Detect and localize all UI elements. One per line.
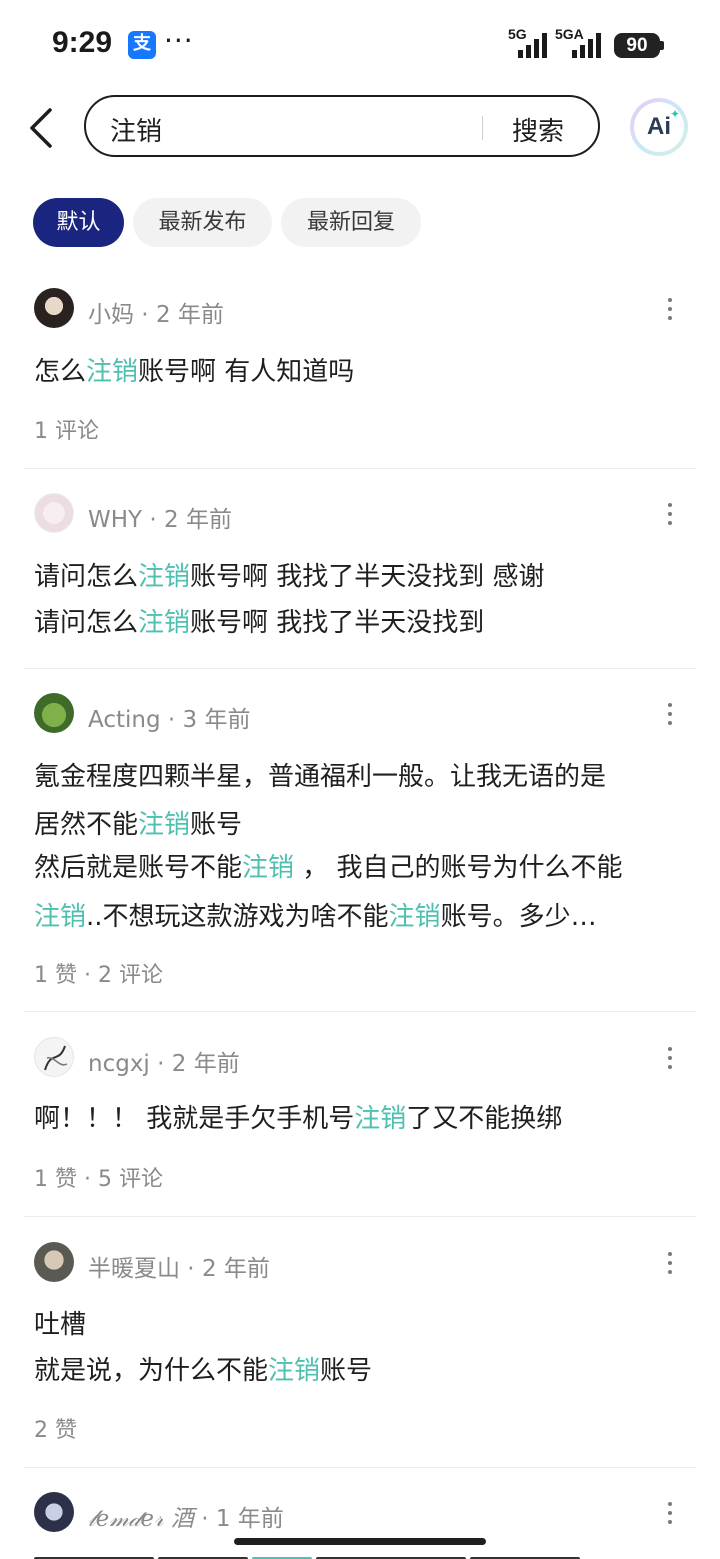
home-indicator[interactable] (234, 1538, 486, 1545)
post-author[interactable]: Acting (88, 707, 161, 733)
avatar[interactable] (34, 493, 74, 533)
post-meta: 小妈 · 2 年前 (88, 302, 224, 328)
post-text-line: 啊！！！ 我就是手欠手机号注销了又不能换绑 (34, 1104, 563, 1134)
post-time: 2 年前 (155, 302, 224, 328)
filter-tab-default[interactable]: 默认 (33, 198, 124, 247)
status-more-dots: ··· (164, 24, 194, 57)
post-stats[interactable]: 2 赞 (34, 1412, 77, 1444)
post-author[interactable]: 𝓁𝑒𝓂𝒹𝑒𝓇 酒 (88, 1506, 194, 1532)
post-text-line: 吐槽 (34, 1310, 87, 1340)
search-button[interactable]: 搜索 (512, 111, 564, 148)
search-divider (482, 116, 483, 140)
avatar[interactable] (34, 288, 74, 328)
post-author[interactable]: ncgxj (88, 1051, 150, 1077)
post-meta: WHY · 2 年前 (88, 507, 232, 533)
post-meta: ncgxj · 2 年前 (88, 1051, 240, 1077)
post-text-line: 请问怎么注销账号啊 我找了半天没找到 (34, 608, 485, 638)
signal-icon (572, 33, 601, 58)
post-item[interactable]: 小妈 · 2 年前 怎么注销账号啊 有人知道吗 1 评论 (24, 288, 696, 458)
ai-spark-icon: ✦ (669, 107, 680, 121)
status-bar: 9:29 支 ··· 5G 5GA 90 (0, 0, 720, 90)
back-button[interactable] (22, 104, 66, 152)
battery-icon: 90 (614, 33, 660, 58)
post-item[interactable]: WHY · 2 年前 请问怎么注销账号啊 我找了半天没找到 感谢 请问怎么注销账… (24, 493, 696, 653)
avatar[interactable] (34, 1242, 74, 1282)
post-author[interactable]: WHY (88, 507, 142, 533)
avatar[interactable] (34, 1037, 74, 1077)
signal-icon (518, 33, 547, 58)
more-vertical-icon[interactable] (664, 298, 676, 322)
back-arrow-icon (30, 108, 52, 148)
post-author[interactable]: 小妈 (88, 302, 134, 328)
post-divider (24, 468, 696, 469)
post-author[interactable]: 半暖夏山 (88, 1256, 180, 1282)
more-vertical-icon[interactable] (664, 1047, 676, 1071)
more-vertical-icon[interactable] (664, 703, 676, 727)
ai-label: Ai (647, 113, 671, 140)
status-time: 9:29 (52, 26, 113, 59)
post-item[interactable]: Acting · 3 年前 氪金程度四颗半星，普通福利一般。让我无语的是 居然不… (24, 693, 696, 993)
post-divider (24, 1216, 696, 1217)
post-divider (24, 668, 696, 669)
filter-tab-latest-replies[interactable]: 最新回复 (281, 198, 421, 247)
post-stats[interactable]: 1 赞 · 5 评论 (34, 1161, 163, 1193)
alipay-app-icon: 支 (128, 31, 156, 59)
post-divider (24, 1011, 696, 1012)
post-meta: Acting · 3 年前 (88, 707, 251, 733)
post-meta: 𝓁𝑒𝓂𝒹𝑒𝓇 酒 · 1 年前 (88, 1506, 284, 1532)
post-time: 2 年前 (201, 1256, 270, 1282)
ai-assistant-button[interactable]: Ai ✦ (630, 98, 688, 156)
battery-tip (660, 41, 664, 50)
avatar[interactable] (34, 1492, 74, 1532)
post-text-line: 氪金程度四颗半星，普通福利一般。让我无语的是 (34, 762, 607, 792)
more-vertical-icon[interactable] (664, 1252, 676, 1276)
search-input[interactable]: 注销 (110, 111, 162, 148)
post-divider (24, 1467, 696, 1468)
post-time: 1 年前 (215, 1506, 284, 1532)
more-vertical-icon[interactable] (664, 1502, 676, 1526)
avatar-ink-icon (44, 1045, 68, 1071)
post-meta: 半暖夏山 · 2 年前 (88, 1256, 270, 1282)
post-time: 2 年前 (171, 1051, 240, 1077)
post-stats[interactable]: 1 赞 · 2 评论 (34, 957, 163, 989)
avatar[interactable] (34, 693, 74, 733)
post-item[interactable]: ncgxj · 2 年前 啊！！！ 我就是手欠手机号注销了又不能换绑 1 赞 ·… (24, 1037, 696, 1207)
more-vertical-icon[interactable] (664, 503, 676, 527)
post-time: 2 年前 (164, 507, 232, 533)
search-box[interactable]: 注销 搜索 (84, 95, 600, 157)
post-text-line: 注销..不想玩这款游戏为啥不能注销账号。多少… (34, 902, 597, 932)
post-text-line: 请问怎么注销账号啊 我找了半天没找到 感谢 (34, 562, 545, 592)
post-time: 3 年前 (182, 707, 251, 733)
post-text-cutoff (34, 1548, 604, 1559)
filter-tab-latest-posts[interactable]: 最新发布 (133, 198, 272, 247)
post-stats[interactable]: 1 评论 (34, 413, 99, 445)
post-text-line: 居然不能注销账号 (34, 810, 243, 840)
post-text-line: 就是说，为什么不能注销账号 (34, 1356, 373, 1386)
post-text-line: 然后就是账号不能注销 ， 我自己的账号为什么不能 (34, 853, 623, 883)
post-text-line: 怎么注销账号啊 有人知道吗 (34, 357, 355, 387)
post-item[interactable]: 半暖夏山 · 2 年前 吐槽 就是说，为什么不能注销账号 2 赞 (24, 1242, 696, 1452)
